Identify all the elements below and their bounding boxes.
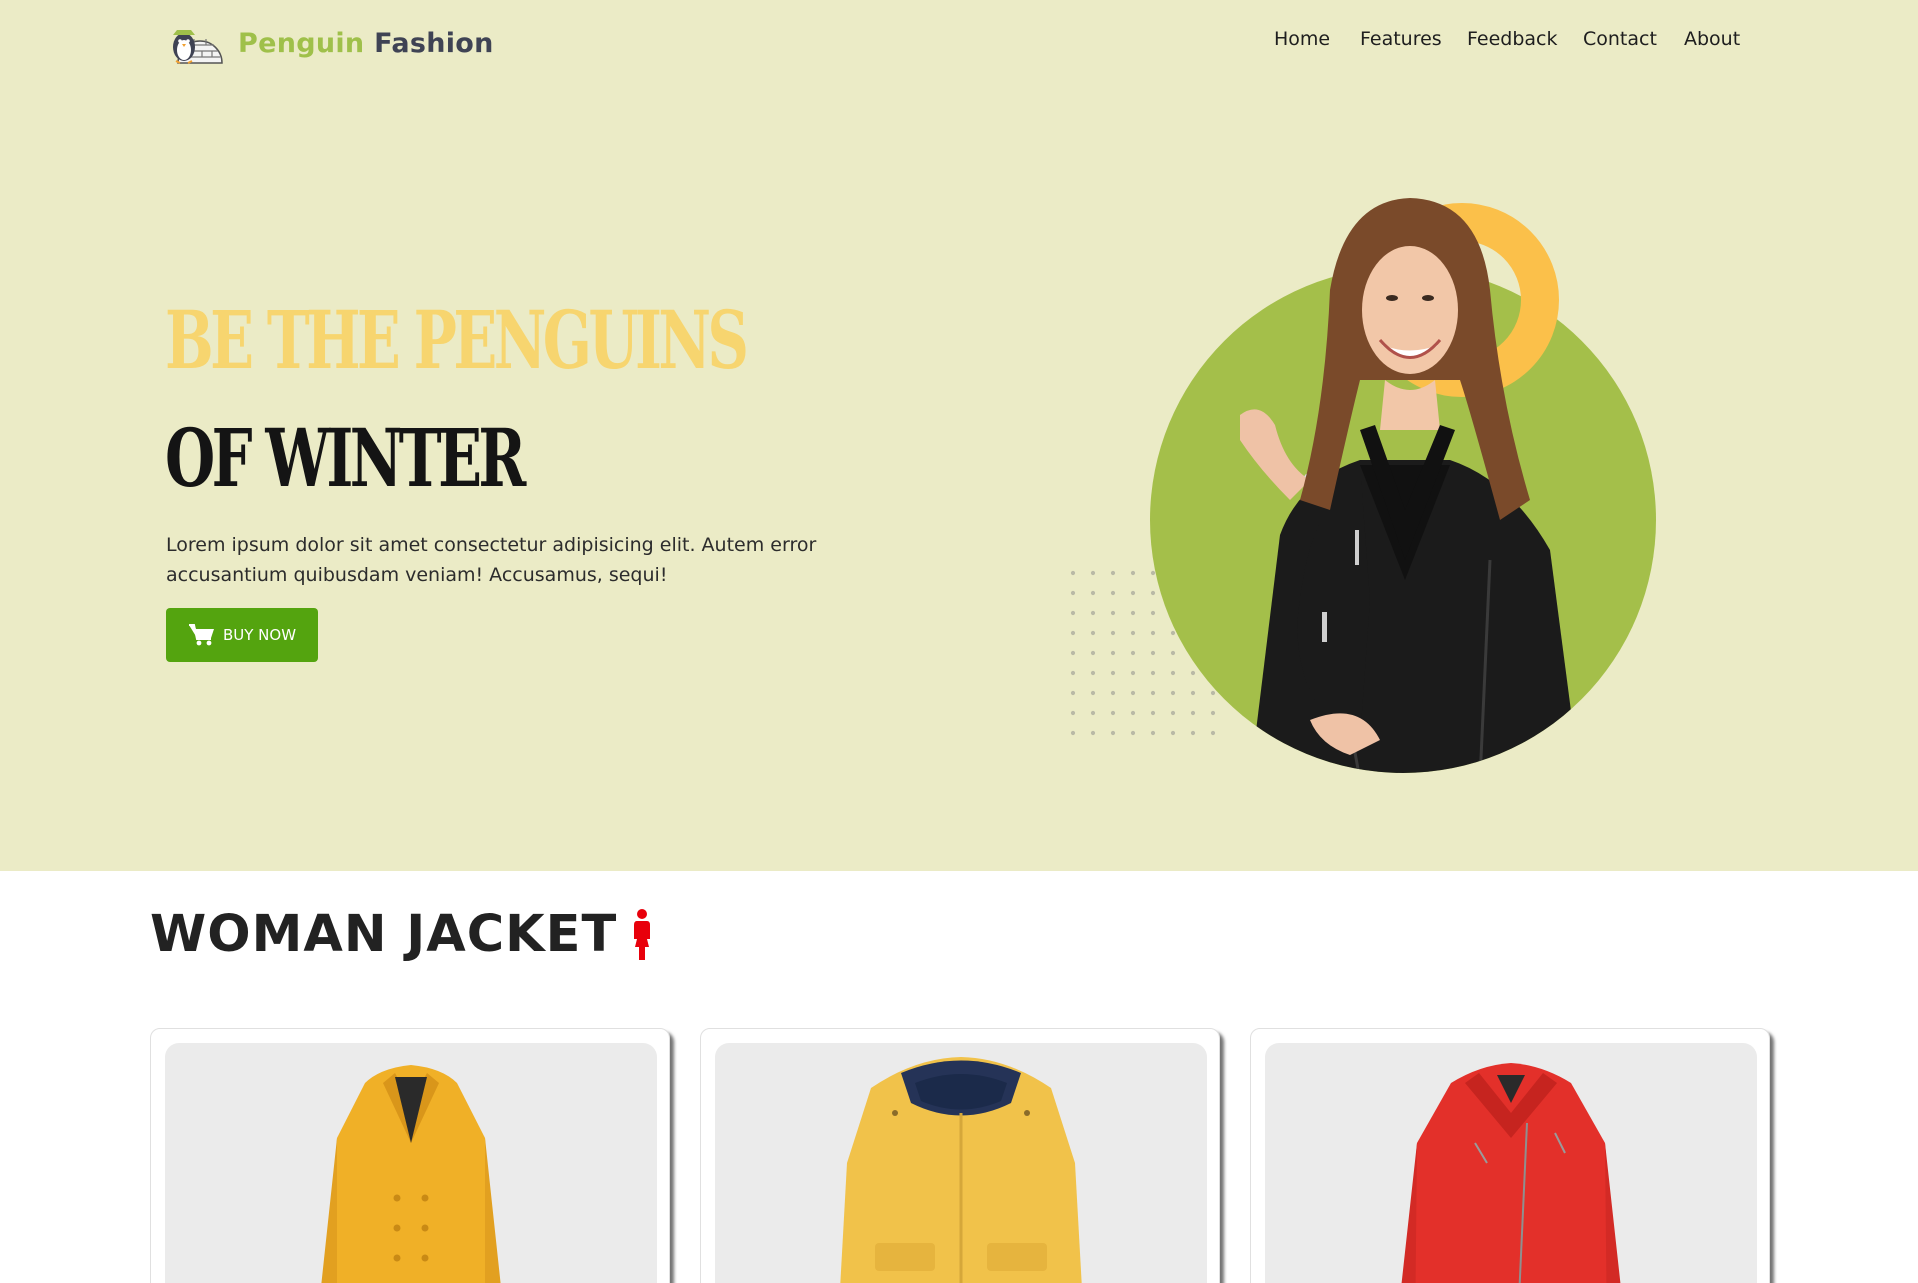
nav-item-about[interactable]: About xyxy=(1684,28,1740,50)
hero-model-image xyxy=(1069,198,1656,773)
product-image-frame xyxy=(165,1043,657,1283)
yellow-hooded-raincoat-image xyxy=(840,1057,1082,1283)
product-card[interactable] xyxy=(1250,1028,1770,1283)
hero-section: Penguin Fashion Home Features Feedback C… xyxy=(0,0,1918,871)
red-leather-jacket-image xyxy=(1401,1063,1621,1283)
navbar: Penguin Fashion Home Features Feedback C… xyxy=(0,0,1918,84)
section-heading: WOMAN JACKET xyxy=(150,905,655,964)
hero-description: Lorem ipsum dolor sit amet consectetur a… xyxy=(166,534,817,586)
brand-logo-link[interactable]: Penguin Fashion xyxy=(164,18,494,68)
product-image-frame xyxy=(715,1043,1207,1283)
yellow-trench-coat-image xyxy=(321,1065,501,1283)
nav-item-contact[interactable]: Contact xyxy=(1583,28,1657,50)
product-image-frame xyxy=(1265,1043,1757,1283)
brand-name: Penguin Fashion xyxy=(238,28,494,59)
brand-word-penguin: Penguin xyxy=(238,27,365,59)
product-card[interactable] xyxy=(700,1028,1220,1283)
nav-item-home[interactable]: Home xyxy=(1274,28,1330,50)
woman-icon xyxy=(634,908,651,960)
hero-headline-line2: OF WINTER xyxy=(165,411,526,505)
nav-item-feedback[interactable]: Feedback xyxy=(1467,28,1557,50)
product-card[interactable] xyxy=(150,1028,670,1283)
hero-headline-line1: BE THE PENGUINS xyxy=(165,293,749,387)
brand-word-fashion: Fashion xyxy=(374,27,494,59)
penguin-igloo-logo-icon xyxy=(173,30,223,64)
shopping-cart-icon xyxy=(188,624,214,646)
section-title: WOMAN JACKET xyxy=(150,905,618,964)
nav-item-features[interactable]: Features xyxy=(1360,28,1442,50)
buy-now-button[interactable]: BUY NOW xyxy=(166,608,318,662)
buy-now-label: BUY NOW xyxy=(222,626,297,644)
